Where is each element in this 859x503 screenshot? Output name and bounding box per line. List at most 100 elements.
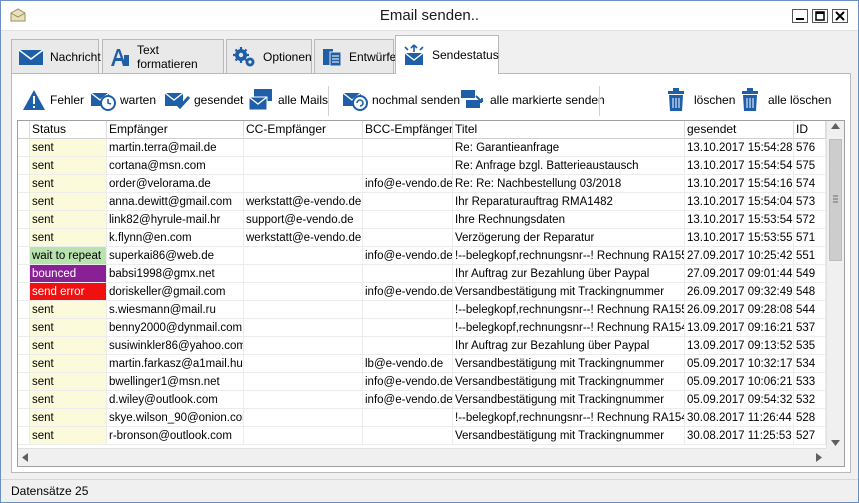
cell-bcc: [363, 427, 453, 445]
row-indicator-header: [18, 121, 30, 139]
vertical-scrollbar[interactable]: [826, 121, 844, 448]
col-header-bcc[interactable]: BCC-Empfänger: [363, 121, 453, 139]
close-button[interactable]: [832, 9, 848, 23]
grip-icon: [833, 195, 838, 203]
cell-empfaenger: martin.farkasz@a1mail.hu: [107, 355, 244, 373]
table-row[interactable]: sent susiwinkler86@yahoo.com Ihr Auftrag z…: [18, 337, 826, 355]
cell-id: 527: [794, 427, 826, 445]
scroll-right-icon[interactable]: [816, 453, 822, 462]
filter-fehler-label: Fehler: [50, 93, 85, 107]
cell-status: bounced: [30, 265, 107, 283]
filter-fehler-button[interactable]: Fehler: [22, 86, 84, 114]
minimize-button[interactable]: [792, 9, 808, 23]
col-header-cc[interactable]: CC-Empfänger: [244, 121, 363, 139]
row-indicator: [18, 409, 30, 427]
cell-empfaenger: link82@hyrule-mail.hr: [107, 211, 244, 229]
table-row[interactable]: bounced babsi1998@gmx.net Ihr Auftrag zur …: [18, 265, 826, 283]
toolbar-separator: [599, 86, 600, 116]
cell-id: 575: [794, 157, 826, 175]
cell-cc: [244, 265, 363, 283]
cell-empfaenger: order@velorama.de: [107, 175, 244, 193]
cell-gesendet: 13.10.2017 15:54:54: [685, 157, 794, 175]
filter-warten-button[interactable]: warten: [90, 86, 156, 114]
col-header-gesendet[interactable]: gesendet: [685, 121, 794, 139]
mail-status-grid[interactable]: Status Empfänger CC-Empfänger BCC-Empfän…: [17, 120, 845, 467]
tab-optionen[interactable]: Optionen: [226, 39, 312, 73]
loeschen-button[interactable]: löschen: [666, 86, 735, 114]
cell-status: sent: [30, 301, 107, 319]
cell-empfaenger: r-bronson@outlook.com: [107, 427, 244, 445]
cell-gesendet: 27.09.2017 10:25:42: [685, 247, 794, 265]
table-row[interactable]: sent cortana@msn.com Re: Anfrage bzgl. Bat…: [18, 157, 826, 175]
send-status-icon: [404, 44, 424, 65]
table-row[interactable]: sent bwellinger1@msn.net info@e-vendo.de Ve…: [18, 373, 826, 391]
table-row[interactable]: sent benny2000@dynmail.com !--belegkopf,re…: [18, 319, 826, 337]
drafts-icon: [323, 48, 342, 66]
title-bar: Email senden..: [1, 1, 858, 31]
cell-status: sent: [30, 193, 107, 211]
tab-text-formatieren[interactable]: Text formatieren: [102, 39, 224, 73]
col-header-status[interactable]: Status: [30, 121, 107, 139]
alle-markierte-senden-button[interactable]: alle markierte senden: [460, 86, 605, 114]
alle-loeschen-button[interactable]: alle löschen: [740, 86, 831, 114]
cell-empfaenger: s.wiesmann@mail.ru: [107, 301, 244, 319]
col-header-id[interactable]: ID: [794, 121, 826, 139]
col-header-empfaenger[interactable]: Empfänger: [107, 121, 244, 139]
scroll-up-icon[interactable]: [831, 123, 840, 129]
table-row[interactable]: sent r-bronson@outlook.com Versandbestätig…: [18, 427, 826, 445]
tab-entwuerfe[interactable]: Entwürfe: [314, 39, 396, 73]
col-header-titel[interactable]: Titel: [453, 121, 685, 139]
tab-strip: Nachricht Text formatieren Optionen Entw…: [11, 35, 851, 74]
cell-empfaenger: d.wiley@outlook.com: [107, 391, 244, 409]
maximize-button[interactable]: [812, 9, 828, 23]
horizontal-scrollbar[interactable]: [18, 448, 826, 466]
tab-sendestatus[interactable]: Sendestatus: [395, 35, 499, 74]
row-indicator: [18, 373, 30, 391]
cell-gesendet: 13.09.2017 09:13:52: [685, 337, 794, 355]
cell-bcc: [363, 337, 453, 355]
cell-cc: [244, 319, 363, 337]
scroll-down-icon[interactable]: [831, 440, 840, 446]
vertical-scroll-thumb[interactable]: [829, 139, 842, 261]
cell-empfaenger: benny2000@dynmail.com: [107, 319, 244, 337]
cell-bcc: info@e-vendo.de: [363, 373, 453, 391]
cell-cc: [244, 427, 363, 445]
table-row[interactable]: sent skye.wilson_90@onion.com !--belegkopf…: [18, 409, 826, 427]
scroll-left-icon[interactable]: [22, 453, 28, 462]
table-row[interactable]: send error doriskeller@gmail.com info@e-ve…: [18, 283, 826, 301]
table-row[interactable]: sent martin.farkasz@a1mail.hu lb@e-vendo.d…: [18, 355, 826, 373]
cell-titel: Ihr Auftrag zur Bezahlung über Paypal: [453, 265, 685, 283]
cell-status: sent: [30, 409, 107, 427]
table-row[interactable]: sent d.wiley@outlook.com info@e-vendo.de Ve…: [18, 391, 826, 409]
row-indicator: [18, 355, 30, 373]
cell-id: 548: [794, 283, 826, 301]
cell-gesendet: 05.09.2017 09:54:32: [685, 391, 794, 409]
envelope-icon: [18, 48, 44, 65]
table-row[interactable]: sent link82@hyrule-mail.hr support@e-vendo…: [18, 211, 826, 229]
cell-gesendet: 13.10.2017 15:54:04: [685, 193, 794, 211]
filter-gesendet-button[interactable]: gesendet: [164, 86, 243, 114]
filter-alle-mails-button[interactable]: alle Mails: [248, 86, 328, 114]
cell-empfaenger: anna.dewitt@gmail.com: [107, 193, 244, 211]
table-row[interactable]: sent anna.dewitt@gmail.com werkstatt@e-ven…: [18, 193, 826, 211]
cell-status: sent: [30, 139, 107, 157]
window-title: Email senden..: [379, 7, 480, 24]
trash-icon: [668, 88, 684, 111]
cell-empfaenger: martin.terra@mail.de: [107, 139, 244, 157]
table-row[interactable]: sent martin.terra@mail.de Re: Garantieanfr…: [18, 139, 826, 157]
tab-nachricht[interactable]: Nachricht: [11, 39, 101, 73]
table-row[interactable]: sent s.wiesmann@mail.ru !--belegkopf,rechn…: [18, 301, 826, 319]
row-indicator: [18, 157, 30, 175]
text-format-icon: [111, 48, 129, 66]
cell-cc: [244, 247, 363, 265]
table-row[interactable]: sent order@velorama.de info@e-vendo.de Re: …: [18, 175, 826, 193]
cell-status: sent: [30, 391, 107, 409]
nochmal-senden-button[interactable]: nochmal senden: [342, 86, 460, 114]
cell-status: sent: [30, 229, 107, 247]
grid-header: Status Empfänger CC-Empfänger BCC-Empfän…: [18, 121, 826, 139]
table-row[interactable]: sent k.flynn@en.com werkstatt@e-vendo.de Ve…: [18, 229, 826, 247]
cell-status: wait to repeat: [30, 247, 107, 265]
row-indicator: [18, 319, 30, 337]
envelope-check-icon: [164, 92, 190, 110]
table-row[interactable]: wait to repeat superkai86@web.de info@e-ve…: [18, 247, 826, 265]
